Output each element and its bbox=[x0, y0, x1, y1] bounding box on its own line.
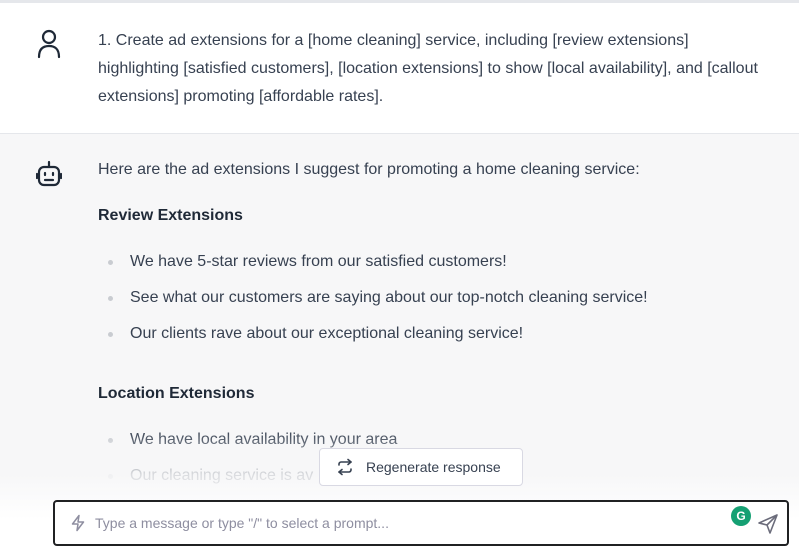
regenerate-icon bbox=[338, 458, 352, 476]
list-item-text: See what our customers are saying about … bbox=[130, 289, 648, 306]
list-item-text: We have 5-star reviews from our satisfie… bbox=[130, 253, 507, 270]
section-heading-review: Review Extensions bbox=[98, 207, 243, 224]
list-item: Our clients rave about our exceptional c… bbox=[98, 322, 758, 358]
lightning-icon[interactable] bbox=[69, 514, 87, 532]
message-input[interactable] bbox=[95, 510, 715, 536]
bullet-dot bbox=[108, 296, 113, 301]
list-item: See what our customers are saying about … bbox=[98, 286, 758, 322]
section-heading-location: Location Extensions bbox=[98, 385, 255, 402]
user-avatar-icon bbox=[37, 29, 61, 59]
list-item-text: We have local availability in your area bbox=[130, 431, 398, 448]
regenerate-response-button[interactable]: Regenerate response bbox=[319, 448, 523, 486]
regenerate-label: Regenerate response bbox=[366, 459, 501, 475]
list-item-text: Our clients rave about our exceptional c… bbox=[130, 325, 524, 342]
list-item-text: Our cleaning service is av bbox=[130, 467, 314, 484]
review-list: We have 5-star reviews from our satisfie… bbox=[98, 250, 758, 358]
bullet-dot bbox=[108, 332, 113, 337]
bullet-dot bbox=[108, 474, 113, 479]
bullet-dot bbox=[108, 260, 113, 265]
send-icon[interactable] bbox=[757, 513, 779, 535]
grammarly-icon[interactable]: G bbox=[731, 506, 751, 526]
message-composer: G bbox=[53, 500, 789, 546]
bot-avatar-icon bbox=[36, 160, 62, 187]
list-item: We have 5-star reviews from our satisfie… bbox=[98, 250, 758, 286]
assistant-message: Here are the ad extensions I suggest for… bbox=[0, 134, 799, 558]
user-message: 1. Create ad extensions for a [home clea… bbox=[0, 3, 799, 134]
user-message-text: 1. Create ad extensions for a [home clea… bbox=[98, 32, 758, 105]
bullet-dot bbox=[108, 438, 113, 443]
assistant-intro: Here are the ad extensions I suggest for… bbox=[98, 161, 640, 178]
